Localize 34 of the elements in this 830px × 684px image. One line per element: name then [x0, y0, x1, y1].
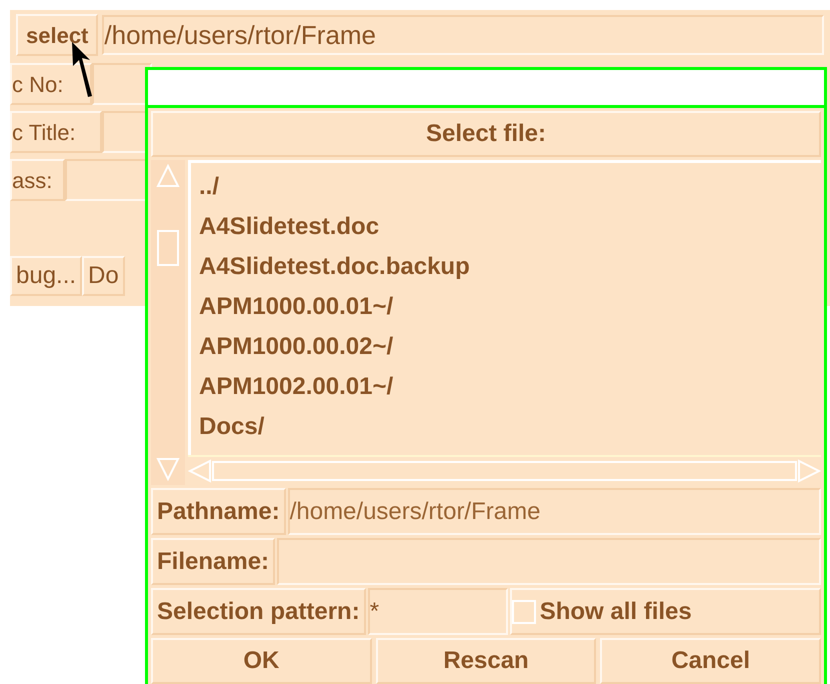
dialog-button[interactable]: Cancel	[600, 638, 822, 684]
pathname-field[interactable]: /home/users/rtor/Frame	[288, 488, 821, 535]
file-item[interactable]: ../	[199, 167, 821, 207]
file-item[interactable]: APM1002.00.01~/	[199, 367, 821, 407]
file-item[interactable]: A4Slidetest.doc.backup	[199, 247, 821, 287]
toolbar-button[interactable]: bug...	[10, 256, 82, 296]
dialog-button[interactable]: OK	[151, 638, 372, 684]
select-button[interactable]: select	[16, 14, 98, 56]
file-item[interactable]: APM1000.00.02~/	[199, 327, 821, 367]
pattern-field[interactable]: *	[368, 588, 508, 635]
checkbox-icon[interactable]	[512, 600, 536, 624]
horizontal-scrollbar[interactable]	[188, 455, 821, 485]
scroll-thumb[interactable]	[157, 230, 179, 266]
field-label: c No:	[10, 63, 92, 105]
right-arrow-icon[interactable]	[797, 459, 821, 483]
scroll-thumb[interactable]	[212, 461, 797, 481]
file-item[interactable]: APM1000.00.01~/	[199, 287, 821, 327]
show-all-checkbox[interactable]: Show all files	[510, 588, 821, 635]
path-field[interactable]: /home/users/rtor/Frame	[102, 15, 824, 55]
left-arrow-icon[interactable]	[188, 459, 212, 483]
dialog-heading: Select file:	[151, 111, 821, 157]
filename-field[interactable]	[277, 538, 821, 585]
vertical-scrollbar[interactable]	[151, 160, 185, 485]
down-arrow-icon[interactable]	[156, 457, 180, 481]
field-label: ass:	[10, 159, 65, 201]
file-item[interactable]: Docs/	[199, 407, 821, 447]
dialog-button[interactable]: Rescan	[376, 638, 596, 684]
file-item[interactable]: A4Slidetest.doc	[199, 207, 821, 247]
filename-label: Filename:	[151, 538, 276, 585]
field-label: c Title:	[10, 111, 102, 153]
toolbar-button[interactable]: Do	[82, 256, 125, 296]
up-arrow-icon[interactable]	[156, 164, 180, 188]
pathname-label: Pathname:	[151, 488, 286, 535]
pattern-label: Selection pattern:	[151, 588, 366, 635]
